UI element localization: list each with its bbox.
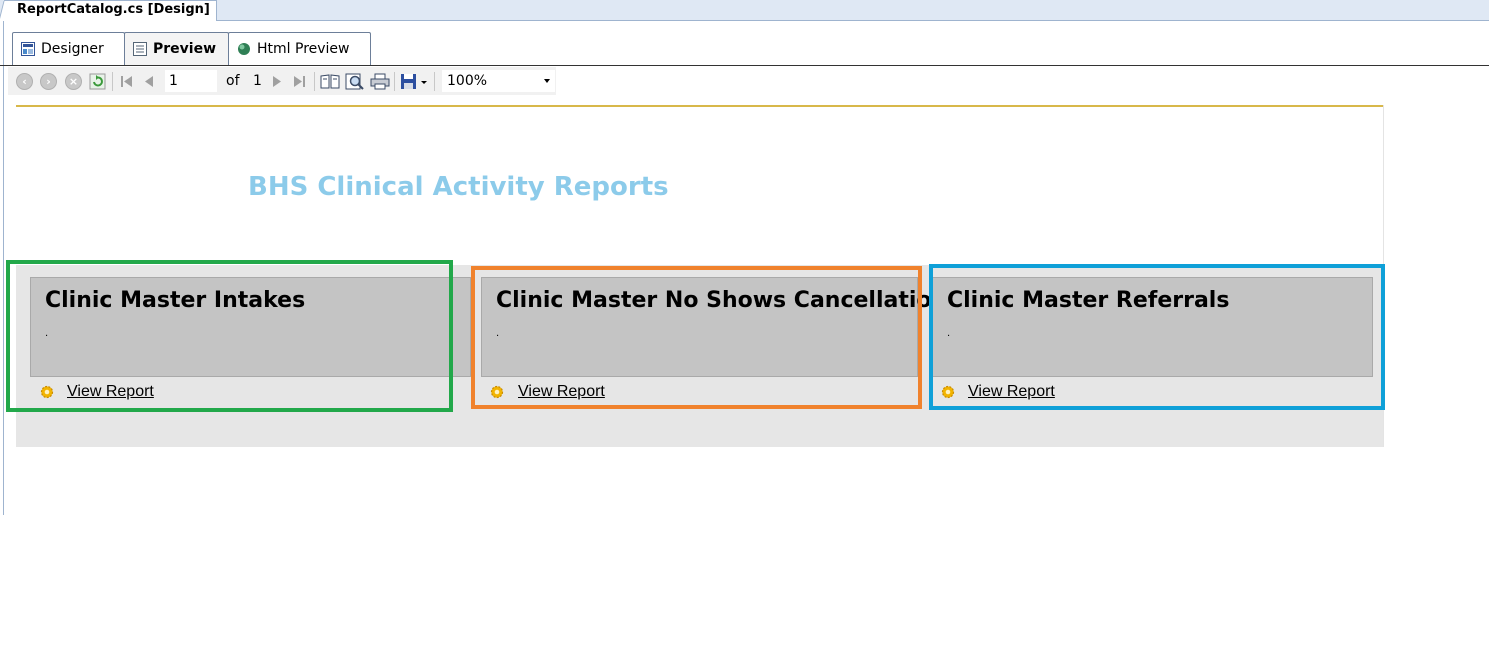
zoom-value: 100%	[447, 73, 488, 89]
gear-icon	[40, 385, 54, 399]
tab-html-preview-label: Html Preview	[257, 41, 350, 57]
print-icon[interactable]	[370, 73, 390, 90]
forward-icon[interactable]: ›	[40, 73, 57, 90]
card-title: Clinic Master No Shows Cancellations	[496, 288, 961, 313]
preview-icon	[133, 42, 147, 56]
document-tab[interactable]: ReportCatalog.cs [Design]	[4, 0, 217, 21]
tab-designer-label: Designer	[41, 41, 104, 57]
view-report-link[interactable]: View Report	[67, 383, 154, 401]
tab-preview-label: Preview	[153, 41, 217, 57]
tab-preview[interactable]: Preview	[124, 32, 229, 65]
save-dropdown-icon[interactable]	[420, 73, 428, 90]
page-of-label: of	[226, 73, 240, 89]
report-title: BHS Clinical Activity Reports	[248, 172, 669, 202]
tab-html-preview[interactable]: Html Preview	[228, 32, 371, 65]
toolbar-separator	[112, 72, 113, 91]
gear-icon	[490, 385, 504, 399]
card-description: .	[496, 328, 500, 339]
toolbar-separator	[434, 72, 435, 91]
document-map-icon[interactable]	[320, 73, 340, 90]
card-description: .	[45, 328, 49, 339]
first-page-icon[interactable]	[118, 73, 135, 90]
stop-icon[interactable]: ×	[65, 73, 82, 90]
chevron-down-icon	[544, 79, 550, 83]
document-tab-strip: ReportCatalog.cs [Design]	[0, 0, 1489, 21]
last-page-icon[interactable]	[291, 73, 308, 90]
toolbar-separator	[394, 72, 395, 91]
previous-page-icon[interactable]	[141, 73, 158, 90]
report-card-no-shows: Clinic Master No Shows Cancellations .	[481, 277, 960, 377]
designer-icon	[21, 42, 35, 56]
print-preview-icon[interactable]	[345, 73, 365, 90]
page-number-input[interactable]	[165, 70, 217, 92]
card-title: Clinic Master Intakes	[45, 288, 306, 313]
toolbar-separator	[314, 72, 315, 91]
total-pages-label: 1	[253, 73, 262, 89]
report-card-referrals: Clinic Master Referrals .	[932, 277, 1373, 377]
view-report-link[interactable]: View Report	[518, 383, 605, 401]
report-page: BHS Clinical Activity Reports Clinic Mas…	[16, 105, 1384, 447]
view-report-link[interactable]: View Report	[968, 383, 1055, 401]
report-toolbar: ‹ › × of 1	[8, 67, 556, 95]
report-card-intakes: Clinic Master Intakes .	[30, 277, 471, 377]
save-icon[interactable]	[400, 73, 418, 90]
card-description: .	[947, 328, 951, 339]
tab-underline	[0, 65, 1489, 66]
next-page-icon[interactable]	[268, 73, 285, 90]
card-title: Clinic Master Referrals	[947, 288, 1230, 313]
zoom-select[interactable]: 100%	[442, 70, 555, 92]
report-top-rule	[16, 105, 1383, 107]
globe-icon	[238, 43, 250, 55]
back-icon[interactable]: ‹	[16, 73, 33, 90]
tab-designer[interactable]: Designer	[12, 32, 125, 65]
gear-icon	[941, 385, 955, 399]
refresh-icon[interactable]	[89, 73, 106, 90]
left-border	[3, 21, 4, 515]
